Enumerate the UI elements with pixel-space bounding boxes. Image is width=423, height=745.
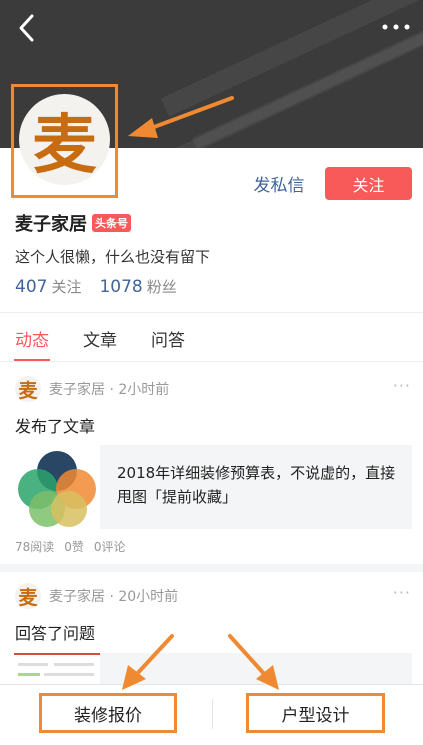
article-thumbnail [14,445,100,529]
comment-count: 0评论 [93,540,126,554]
profile-tabs: 动态 文章 问答 [15,326,219,351]
tab-qa[interactable]: 问答 [151,326,185,351]
post-header: 麦 麦子家居 · 2小时前 [15,376,169,402]
avatar-logo-char: 麦 [32,107,97,183]
article-title: 2018年详细装修预算表，不说虚的，直接甩图「提前收藏」 [117,464,396,506]
post-author: 麦子家居 [49,382,105,398]
feed-item[interactable]: 麦 麦子家居 · 20小时前 ··· 回答了问题 [0,577,423,697]
renovation-quote-button[interactable]: 装修报价 [39,693,177,733]
send-message-button[interactable]: 发私信 [246,168,312,198]
following-label[interactable]: 关注 [51,276,81,297]
post-action-text: 回答了问题 [15,624,96,643]
divider [0,312,423,313]
section-divider [0,564,423,572]
post-action-text: 发布了文章 [15,417,96,436]
post-stats: 78阅读 0赞 0评论 [15,538,136,555]
tab-articles[interactable]: 文章 [83,326,117,351]
post-avatar[interactable]: 麦 [15,583,41,609]
following-count[interactable]: 407 [15,277,47,297]
post-meta: 麦子家居 · 20小时前 [49,589,179,605]
toutiao-badge: 头条号 [92,214,131,232]
like-count: 0赞 [64,540,84,554]
profile-name-row: 麦子家居 头条号 [15,210,131,236]
tab-feed[interactable]: 动态 [15,326,49,351]
article-card[interactable]: 2018年详细装修预算表，不说虚的，直接甩图「提前收藏」 [14,445,412,529]
follow-button[interactable]: 关注 [325,167,412,200]
read-count: 78阅读 [15,540,55,554]
more-horizontal-icon[interactable] [379,12,413,42]
divider [212,699,213,729]
post-avatar[interactable]: 麦 [15,376,41,402]
more-horizontal-icon[interactable]: ··· [393,376,411,395]
followers-count[interactable]: 1078 [99,277,142,297]
profile-name: 麦子家居 [15,214,87,235]
more-horizontal-icon[interactable]: ··· [393,583,411,602]
divider [0,361,423,362]
avatar-highlight-box: 麦 [11,84,118,198]
feed-item[interactable]: 麦 麦子家居 · 2小时前 ··· 发布了文章 2018年详细装修预算表，不说虚… [0,370,423,565]
chevron-left-icon[interactable] [14,12,42,44]
post-header: 麦 麦子家居 · 20小时前 [15,583,178,609]
bottom-action-bar: 装修报价 户型设计 [0,684,423,745]
avatar[interactable]: 麦 [19,94,110,185]
post-time: 2小时前 [118,382,170,398]
floor-plan-design-button[interactable]: 户型设计 [246,693,385,733]
post-author: 麦子家居 [49,589,105,605]
followers-label[interactable]: 粉丝 [147,276,177,297]
post-meta: 麦子家居 · 2小时前 [49,382,170,398]
post-time: 20小时前 [118,589,179,605]
profile-stats: 407 关注 1078 粉丝 [15,276,195,297]
profile-bio: 这个人很懒，什么也没有留下 [15,248,211,266]
